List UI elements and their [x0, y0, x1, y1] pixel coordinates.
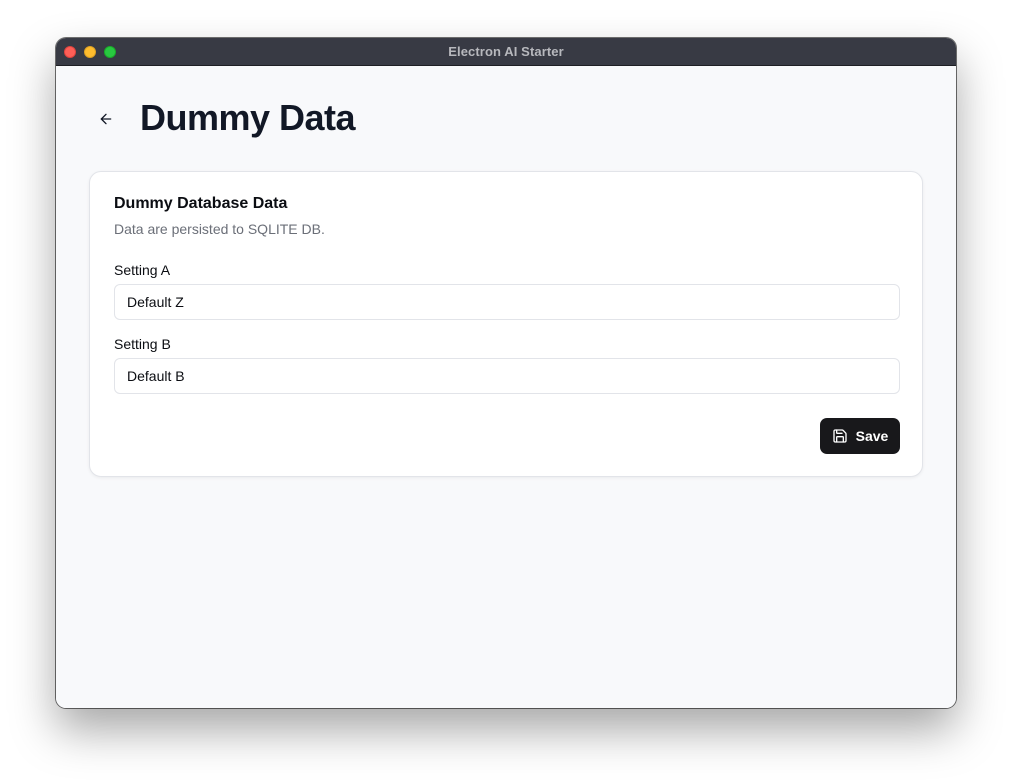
setting-b-label: Setting B: [114, 336, 171, 352]
title-bar[interactable]: Electron AI Starter: [56, 38, 956, 66]
page-title: Dummy Data: [140, 97, 356, 138]
card-title: Dummy Database Data: [114, 195, 288, 212]
save-button-label: Save: [855, 428, 889, 444]
save-button[interactable]: Save: [820, 418, 900, 454]
save-icon: [832, 428, 848, 444]
setting-b-input[interactable]: [114, 358, 900, 394]
app-window: Electron AI Starter Dummy Data Dummy Dat…: [56, 38, 956, 708]
window-title: Electron AI Starter: [448, 44, 564, 59]
main-content: Dummy Data Dummy Database Data Data are …: [56, 67, 956, 708]
setting-a-input[interactable]: [114, 284, 900, 320]
back-button[interactable]: [94, 107, 118, 131]
arrow-left-icon: [100, 113, 112, 125]
setting-a-label: Setting A: [114, 262, 171, 278]
settings-card: Dummy Database Data Data are persisted t…: [89, 171, 923, 477]
card-description: Data are persisted to SQLITE DB.: [114, 221, 325, 237]
